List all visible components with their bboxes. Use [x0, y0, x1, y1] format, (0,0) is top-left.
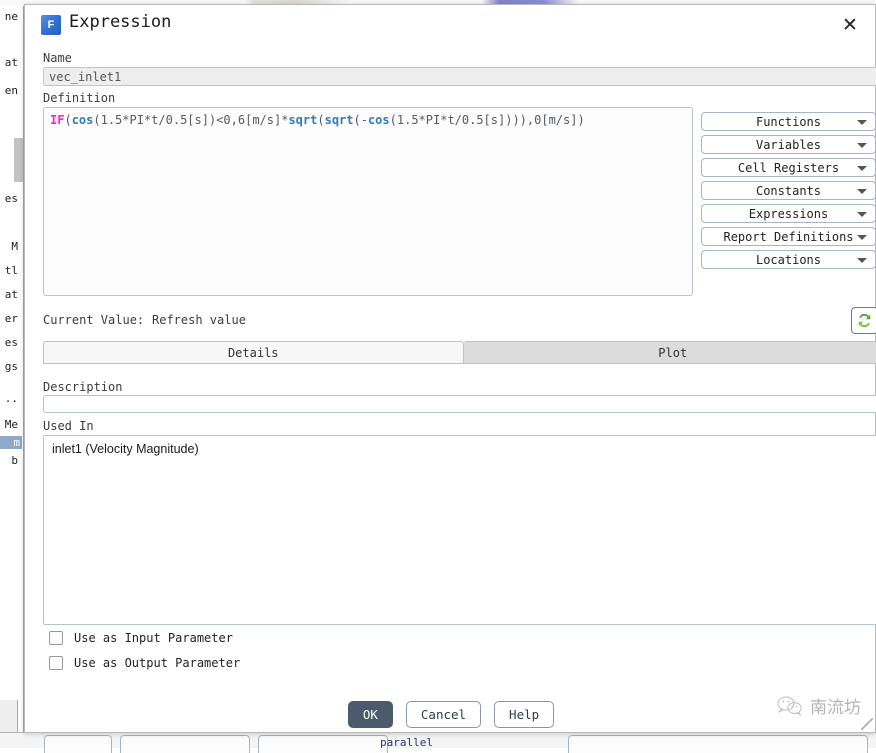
insert-dropdown-column: Functions Variables Cell Registers Const… [701, 112, 876, 273]
dropdown-label: Expressions [749, 207, 828, 221]
cancel-button[interactable]: Cancel [406, 701, 481, 728]
definition-token: (- [354, 113, 368, 127]
current-value-label: Current Value: [43, 313, 144, 327]
status-cell[interactable] [568, 735, 868, 753]
used-in-label: Used In [43, 419, 94, 433]
dropdown-label: Report Definitions [723, 230, 853, 244]
expression-dialog: F Expression ✕ Name Definition IF(cos(1.… [24, 4, 876, 733]
definition-expression-text[interactable]: IF(cos(1.5*PI*t/0.5[s])<0,6[m/s]*sqrt(sq… [50, 113, 686, 128]
chevron-down-icon [857, 120, 867, 125]
tab-label: Plot [658, 346, 687, 360]
description-label: Description [43, 380, 122, 394]
definition-editor[interactable]: IF(cos(1.5*PI*t/0.5[s])<0,6[m/s]*sqrt(sq… [43, 107, 693, 296]
dropdown-label: Cell Registers [738, 161, 839, 175]
refresh-icon[interactable] [851, 307, 876, 334]
tab-details[interactable]: Details [43, 341, 464, 364]
list-item[interactable]: inlet1 (Velocity Magnitude) [52, 441, 874, 458]
background-tree-item[interactable]: es [0, 336, 20, 349]
background-left-sliver [0, 700, 18, 732]
definition-token: IF [50, 113, 64, 127]
name-label: Name [43, 51, 72, 65]
dropdown-variables[interactable]: Variables [701, 135, 876, 154]
description-input[interactable] [43, 395, 876, 413]
chevron-down-icon [857, 166, 867, 171]
background-tree-item[interactable]: gs [0, 360, 20, 373]
background-tree-panel[interactable]: ne at en es M tl at er es gs .. Me m b [0, 6, 24, 732]
checkbox-box-icon[interactable] [49, 656, 63, 670]
name-input[interactable] [43, 67, 876, 86]
details-plot-tabs: Details Plot [43, 341, 876, 364]
dropdown-cell-registers[interactable]: Cell Registers [701, 158, 876, 177]
dialog-title: Expression [69, 12, 171, 32]
dropdown-expressions[interactable]: Expressions [701, 204, 876, 223]
checkbox-use-as-input-parameter[interactable]: Use as Input Parameter [49, 631, 233, 645]
resize-grip[interactable] [861, 718, 873, 730]
background-scrollbar-thumb[interactable] [14, 138, 24, 182]
background-tree-item[interactable]: Me [0, 418, 20, 431]
background-tree-item[interactable]: es [0, 192, 20, 205]
close-icon[interactable]: ✕ [833, 11, 867, 39]
checkbox-label: Use as Output Parameter [74, 656, 240, 670]
background-tree-item[interactable]: at [0, 56, 20, 69]
definition-label: Definition [43, 91, 115, 105]
dialog-titlebar[interactable]: F Expression ✕ [25, 5, 875, 43]
wechat-icon [777, 695, 803, 717]
background-tree-item[interactable]: er [0, 312, 20, 325]
chevron-down-icon [857, 258, 867, 263]
status-cell[interactable] [44, 735, 112, 753]
tab-plot[interactable]: Plot [464, 341, 876, 364]
background-tree-item-selected[interactable]: m [0, 436, 22, 449]
checkbox-box-icon[interactable] [49, 631, 63, 645]
dropdown-label: Variables [756, 138, 821, 152]
definition-token: (1.5*PI*t/0.5[s]))),0[m/s]) [390, 113, 585, 127]
dropdown-functions[interactable]: Functions [701, 112, 876, 131]
background-tree-item[interactable]: M [0, 240, 20, 253]
status-cell[interactable] [120, 735, 250, 753]
dropdown-report-definitions[interactable]: Report Definitions [701, 227, 876, 246]
tab-label: Details [228, 346, 279, 360]
checkbox-label: Use as Input Parameter [74, 631, 233, 645]
chevron-down-icon [857, 235, 867, 240]
background-tree-item[interactable]: .. [0, 392, 20, 405]
definition-token: sqrt [325, 113, 354, 127]
dropdown-constants[interactable]: Constants [701, 181, 876, 200]
background-tree-item[interactable]: ne [0, 10, 20, 23]
background-tree-item[interactable]: at [0, 288, 20, 301]
background-tree-item[interactable]: en [0, 84, 20, 97]
watermark: 南流坊 [777, 693, 861, 718]
watermark-text: 南流坊 [810, 693, 861, 718]
ok-button[interactable]: OK [348, 701, 393, 728]
definition-token: (1.5*PI*t/0.5[s])<0,6[m/s]* [93, 113, 288, 127]
fluent-app-icon: F [41, 15, 61, 35]
dropdown-locations[interactable]: Locations [701, 250, 876, 269]
chevron-down-icon [857, 189, 867, 194]
used-in-list[interactable]: inlet1 (Velocity Magnitude) [43, 435, 876, 625]
dropdown-label: Locations [756, 253, 821, 267]
status-bar-text: parallel [380, 736, 433, 749]
chevron-down-icon [857, 143, 867, 148]
background-tree-item[interactable]: b [0, 454, 20, 467]
status-cell[interactable] [258, 735, 388, 753]
checkbox-use-as-output-parameter[interactable]: Use as Output Parameter [49, 656, 240, 670]
definition-token: ( [317, 113, 324, 127]
definition-token: cos [368, 113, 390, 127]
dropdown-label: Constants [756, 184, 821, 198]
dropdown-label: Functions [756, 115, 821, 129]
chevron-down-icon [857, 212, 867, 217]
dialog-footer: OK Cancel Help [25, 701, 876, 728]
refresh-value-label[interactable]: Refresh value [152, 313, 246, 327]
help-button[interactable]: Help [494, 701, 554, 728]
background-status-bar: parallel [0, 732, 876, 748]
definition-token: cos [72, 113, 94, 127]
background-tree-item[interactable]: tl [0, 264, 20, 277]
definition-token: ( [64, 113, 71, 127]
definition-token: sqrt [288, 113, 317, 127]
